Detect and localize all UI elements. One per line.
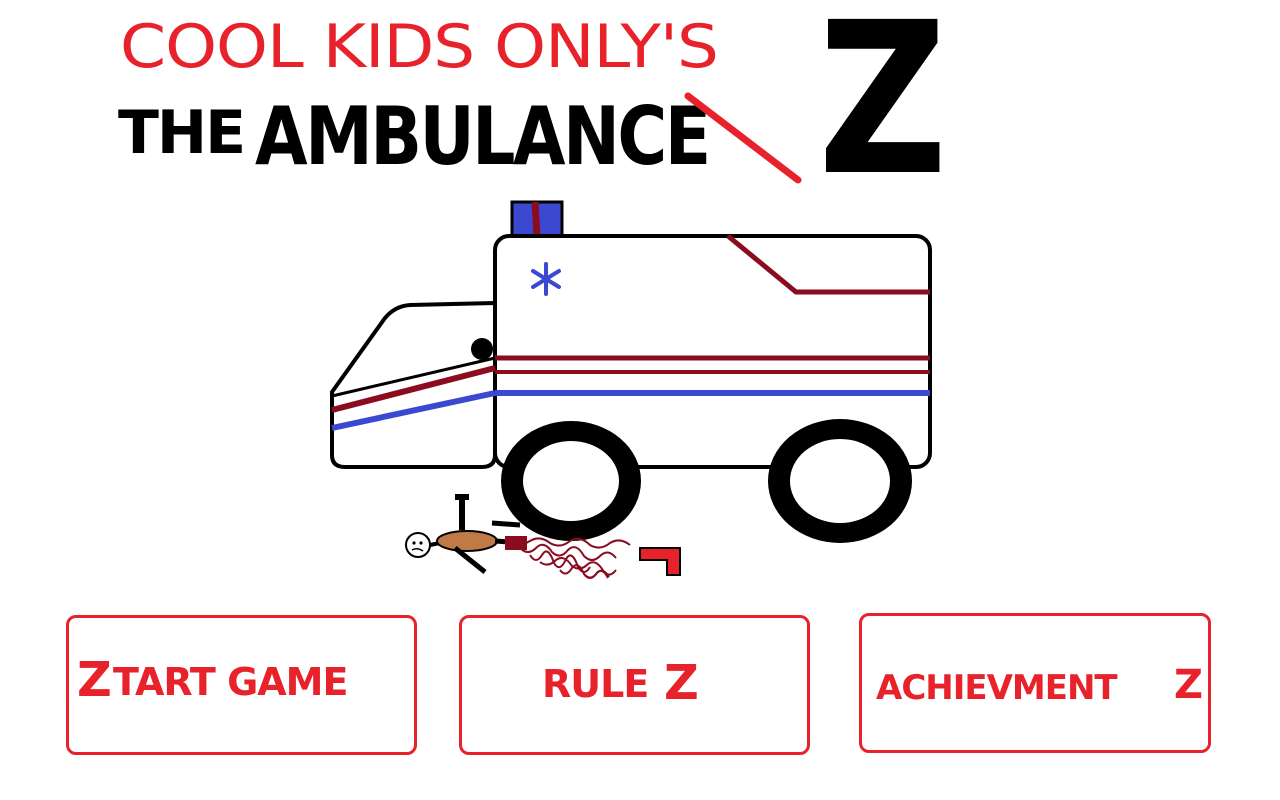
rear-wheel [768,419,912,543]
achievements-label: ACHIEVMENT [876,668,1118,708]
siren-icon [510,200,564,238]
achievements-button[interactable]: ACHIEVMENT Z [859,613,1211,753]
start-game-label-z: Z [77,652,112,708]
rules-label: RULE [542,662,649,706]
achievements-label-z: Z [1174,662,1203,708]
rules-button[interactable]: RULE Z [459,615,810,755]
start-game-label: TART GAME [113,660,348,704]
rules-label-z: Z [664,655,699,711]
start-game-button[interactable]: Z TART GAME [66,615,417,755]
ambulance-cab [330,300,497,469]
front-wheel [501,421,641,541]
